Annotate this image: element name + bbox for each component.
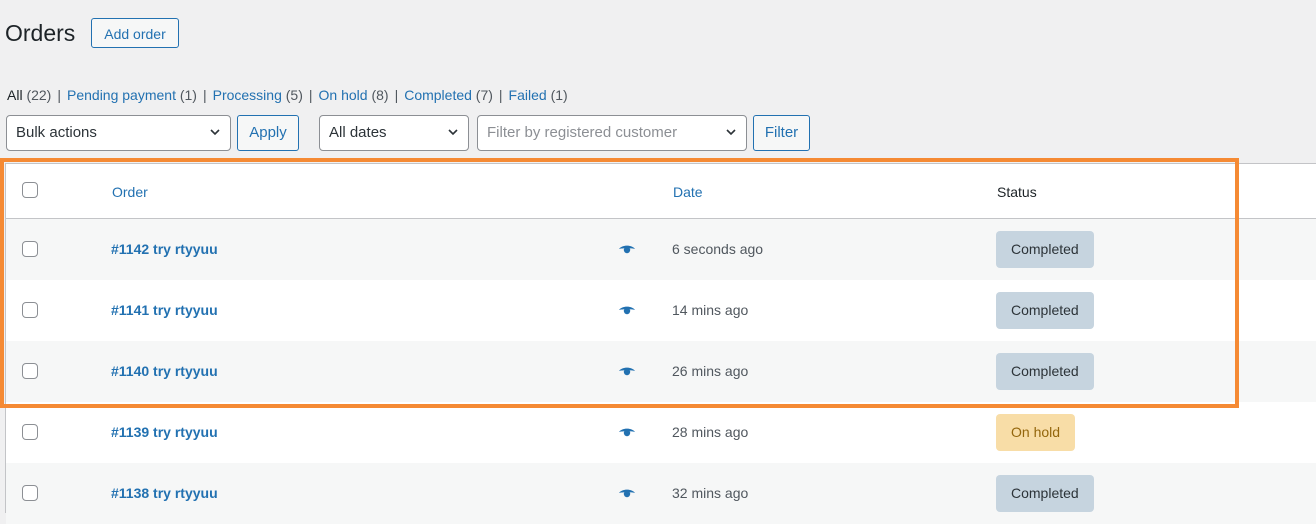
row-checkbox[interactable] [22,424,38,440]
order-date: 6 seconds ago [672,241,764,257]
order-link[interactable]: #1139 try rtyyuu [111,423,218,441]
column-date-header[interactable]: Date [673,183,703,201]
filter-count: (1) [175,87,197,103]
chevron-down-icon [448,129,458,136]
filter-link-pending-payment[interactable]: Pending payment [67,87,176,103]
page-title: Orders [5,20,76,46]
filter-link-completed[interactable]: Completed [404,87,472,103]
select-all-checkbox[interactable] [22,182,38,198]
row-checkbox[interactable] [22,241,38,257]
filter-link-failed[interactable]: Failed [509,87,547,103]
preview-eye-icon[interactable] [618,304,636,316]
row-checkbox[interactable] [22,485,38,501]
order-date: 26 mins ago [672,363,749,379]
filter-count: (7) [471,87,493,103]
preview-eye-icon[interactable] [618,365,636,377]
chevron-down-icon [726,129,736,136]
chevron-down-icon [210,129,220,136]
filter-link-processing[interactable]: Processing [213,87,282,103]
order-date: 28 mins ago [672,424,749,440]
filter-count: (5) [281,87,303,103]
column-order-header[interactable]: Order [112,183,148,201]
dates-select[interactable]: All dates [319,115,469,151]
dates-value: All dates [329,124,387,141]
filter-separator: | [202,87,207,103]
status-filter-nav: All (22) | Pending payment (1) | Processing … [7,86,568,104]
filter-separator: | [498,87,503,103]
table-row[interactable]: #1142 try rtyyuu 6 seconds ago Completed [6,219,1316,280]
apply-button[interactable]: Apply [237,115,299,151]
table-row[interactable]: #1140 try rtyyuu 26 mins ago Completed [6,341,1316,402]
bulk-actions-select[interactable]: Bulk actions [6,115,231,151]
status-badge: On hold [996,414,1076,451]
filter-link-all[interactable]: All [7,87,23,103]
preview-eye-icon[interactable] [618,487,636,499]
column-status-header: Status [997,184,1037,200]
order-link[interactable]: #1138 try rtyyuu [111,484,218,502]
order-date: 14 mins ago [672,302,749,318]
order-date: 32 mins ago [672,485,749,501]
bulk-actions-value: Bulk actions [16,124,97,141]
filter-separator: | [57,87,61,103]
table-row[interactable]: #1138 try rtyyuu 32 mins ago Completed [6,463,1316,524]
order-link[interactable]: #1140 try rtyyuu [111,362,218,380]
row-checkbox[interactable] [22,302,38,318]
filter-separator: | [394,87,399,103]
filter-count: (22) [22,87,52,103]
status-badge: Completed [996,475,1094,512]
preview-eye-icon[interactable] [618,426,636,438]
status-badge: Completed [996,231,1094,268]
row-checkbox[interactable] [22,363,38,379]
add-order-button[interactable]: Add order [91,18,179,48]
order-link[interactable]: #1142 try rtyyuu [111,240,218,258]
filter-button[interactable]: Filter [753,115,810,151]
filter-separator: | [308,87,313,103]
filter-count: (1) [546,87,568,103]
table-row[interactable]: #1139 try rtyyuu 28 mins ago On hold [6,402,1316,463]
filter-link-on-hold[interactable]: On hold [319,87,368,103]
order-link[interactable]: #1141 try rtyyuu [111,301,218,319]
preview-eye-icon[interactable] [618,243,636,255]
orders-table: Order Date Status #1142 try rtyyuu 6 seco… [5,163,1316,524]
table-header-row: Order Date Status [6,164,1316,219]
status-badge: Completed [996,353,1094,390]
filter-count: (8) [367,87,389,103]
customer-filter-placeholder: Filter by registered customer [487,124,678,141]
customer-filter-select[interactable]: Filter by registered customer [477,115,747,151]
table-row[interactable]: #1141 try rtyyuu 14 mins ago Completed [6,280,1316,341]
status-badge: Completed [996,292,1094,329]
